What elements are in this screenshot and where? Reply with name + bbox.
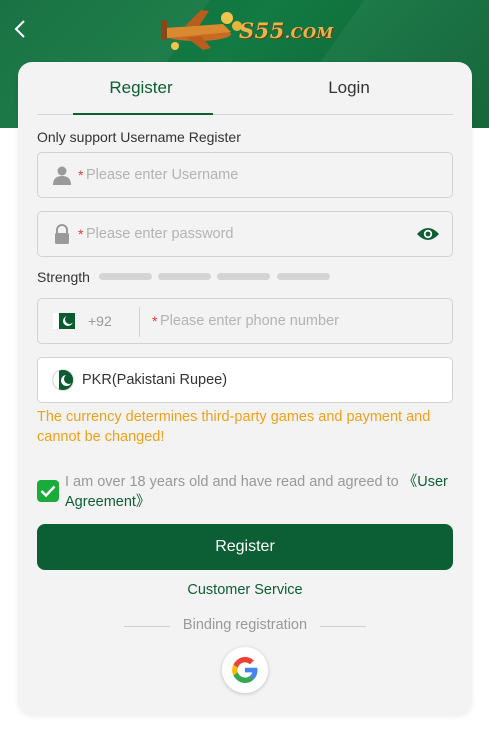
register-hint: Only support Username Register (37, 129, 241, 145)
required-mark: * (78, 167, 84, 183)
agreement-checkbox[interactable] (37, 480, 59, 502)
username-input[interactable] (86, 153, 436, 197)
username-field[interactable]: * (37, 152, 453, 198)
strength-segment (158, 273, 211, 280)
phone-divider (139, 307, 140, 337)
eye-icon[interactable] (416, 225, 440, 243)
currency-value: PKR(Pakistani Rupee) (82, 372, 228, 388)
strength-label: Strength (37, 269, 90, 285)
lock-icon (52, 224, 72, 244)
currency-warning: The currency determines third-party game… (37, 409, 431, 445)
strength-segment (217, 273, 270, 280)
register-button[interactable]: Register (37, 524, 453, 570)
tab-login[interactable]: Login (245, 62, 453, 114)
strength-segment (99, 273, 152, 280)
logo: S55.COM (157, 4, 337, 54)
pakistan-flag-icon (52, 369, 74, 391)
register-card: Register Login Only support Username Reg… (18, 62, 472, 714)
required-mark: * (152, 313, 158, 329)
google-icon (232, 657, 258, 683)
tab-register[interactable]: Register (37, 62, 245, 115)
binding-label: Binding registration (182, 617, 308, 633)
password-field[interactable]: * (37, 211, 453, 257)
currency-select[interactable]: PKR(Pakistani Rupee) (37, 357, 453, 403)
divider-line (320, 626, 366, 627)
customer-service-link[interactable]: Customer Service (18, 582, 472, 598)
binding-registration: Binding registration (124, 617, 366, 637)
user-icon (52, 165, 72, 185)
airplane-logo-icon (161, 10, 242, 50)
pakistan-flag-icon (53, 313, 75, 329)
country-code[interactable]: +92 (88, 313, 112, 329)
phone-input[interactable] (160, 299, 440, 343)
required-mark: * (78, 226, 84, 242)
google-login-button[interactable] (222, 647, 268, 693)
tab-bar: Register Login (37, 62, 453, 115)
agreement-text: I am over 18 years old and have read and… (65, 474, 448, 510)
chevron-left-icon[interactable] (10, 14, 34, 44)
phone-field[interactable]: +92 * (37, 298, 453, 344)
password-input[interactable] (86, 212, 406, 256)
strength-segment (277, 273, 330, 280)
check-icon (40, 485, 56, 498)
logo-text: S55.COM (239, 18, 334, 43)
